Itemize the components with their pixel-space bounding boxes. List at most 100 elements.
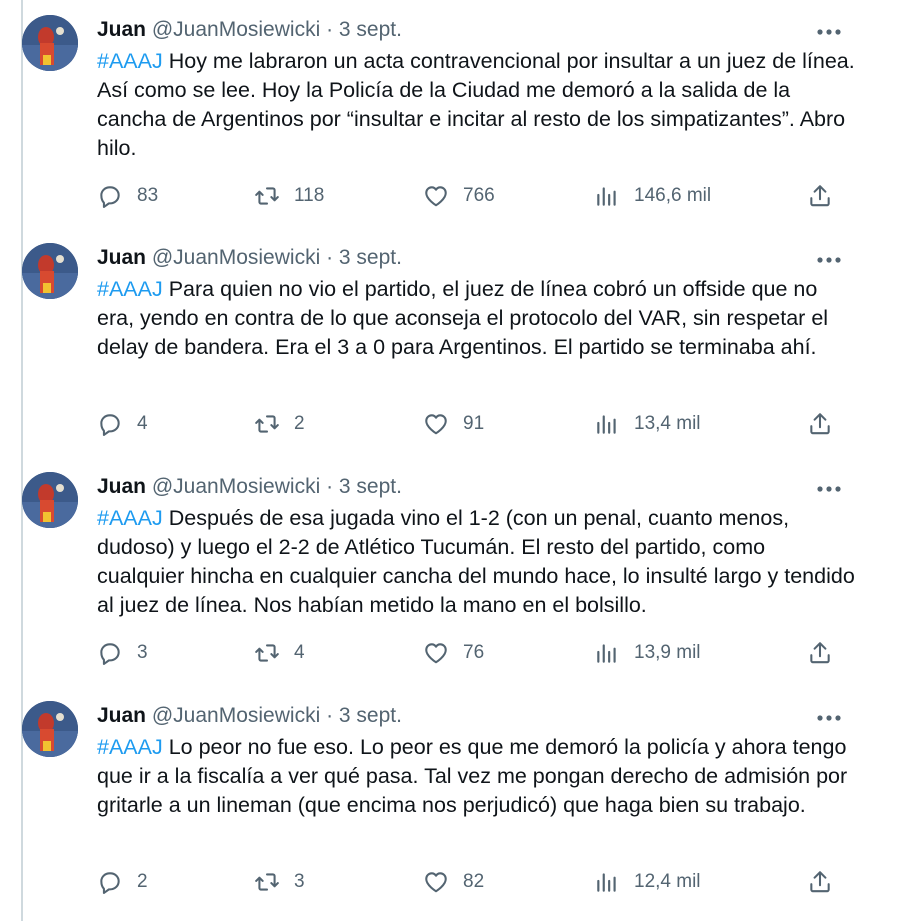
reply-count: 83 (137, 185, 159, 206)
tweet[interactable]: Juan @JuanMosiewicki · 3 sept. #AAAJ Des… (0, 457, 900, 685)
views-button[interactable]: 13,9 mil (594, 638, 701, 668)
hashtag-link[interactable]: #AAAJ (97, 735, 163, 759)
separator-dot: · (326, 18, 334, 41)
tweet-actions: 4 2 91 13,4 mil (97, 409, 847, 439)
views-button[interactable]: 146,6 mil (594, 181, 711, 211)
tweet-body: Después de esa jugada vino el 1-2 (con u… (97, 506, 855, 617)
avatar[interactable] (22, 243, 78, 299)
retweet-button[interactable]: 3 (254, 867, 305, 897)
like-button[interactable]: 76 (423, 638, 484, 668)
tweet-header: Juan @JuanMosiewicki · 3 sept. (97, 474, 402, 500)
retweet-icon (255, 415, 279, 433)
more-icon (817, 715, 841, 721)
separator-dot: · (326, 475, 334, 498)
reply-button[interactable]: 3 (97, 638, 148, 668)
like-icon (425, 414, 447, 435)
author-handle[interactable]: @JuanMosiewicki (152, 704, 320, 727)
tweet-body: Lo peor no fue eso. Lo peor es que me de… (97, 735, 848, 817)
view-count: 13,4 mil (634, 413, 701, 434)
views-icon (597, 187, 616, 206)
retweet-icon (255, 873, 279, 891)
tweet-actions: 2 3 82 12,4 mil (97, 867, 847, 897)
author-handle[interactable]: @JuanMosiewicki (152, 475, 320, 498)
more-icon (817, 257, 841, 263)
like-button[interactable]: 766 (423, 181, 495, 211)
reply-icon (100, 414, 120, 436)
reply-count: 2 (137, 871, 148, 892)
views-icon (597, 415, 616, 434)
tweet[interactable]: Juan @JuanMosiewicki · 3 sept. #AAAJ Hoy… (0, 0, 900, 228)
share-icon (810, 871, 830, 893)
view-count: 12,4 mil (634, 871, 701, 892)
more-options-button[interactable] (812, 20, 846, 44)
retweet-icon (255, 187, 279, 205)
reply-icon (100, 186, 120, 208)
tweet-text: #AAAJ Hoy me labraron un acta contravenc… (97, 47, 857, 163)
hashtag-link[interactable]: #AAAJ (97, 49, 163, 73)
share-button[interactable] (807, 181, 833, 211)
tweet[interactable]: Juan @JuanMosiewicki · 3 sept. #AAAJ Par… (0, 228, 900, 456)
views-icon (597, 873, 616, 892)
more-options-button[interactable] (812, 248, 846, 272)
separator-dot: · (326, 246, 334, 269)
tweet-text: #AAAJ Lo peor no fue eso. Lo peor es que… (97, 733, 857, 820)
tweet[interactable]: Juan @JuanMosiewicki · 3 sept. #AAAJ Lo … (0, 686, 900, 914)
retweet-count: 3 (294, 871, 305, 892)
tweet-date[interactable]: 3 sept. (339, 18, 402, 41)
reply-icon (100, 643, 120, 665)
author-handle[interactable]: @JuanMosiewicki (152, 246, 320, 269)
reply-count: 4 (137, 413, 148, 434)
tweet-date[interactable]: 3 sept. (339, 475, 402, 498)
retweet-button[interactable]: 4 (254, 638, 305, 668)
author-name[interactable]: Juan (97, 475, 146, 498)
tweet-text: #AAAJ Para quien no vio el partido, el j… (97, 275, 857, 362)
author-name[interactable]: Juan (97, 246, 146, 269)
tweet-date[interactable]: 3 sept. (339, 704, 402, 727)
hashtag-link[interactable]: #AAAJ (97, 506, 163, 530)
retweet-button[interactable]: 2 (254, 409, 305, 439)
views-icon (597, 644, 616, 663)
author-name[interactable]: Juan (97, 704, 146, 727)
like-count: 766 (463, 185, 495, 206)
reply-button[interactable]: 4 (97, 409, 148, 439)
separator-dot: · (326, 704, 334, 727)
avatar[interactable] (22, 15, 78, 71)
tweet-actions: 83 118 766 146,6 mil (97, 181, 847, 211)
reply-icon (100, 872, 120, 894)
author-handle[interactable]: @JuanMosiewicki (152, 18, 320, 41)
views-button[interactable]: 12,4 mil (594, 867, 701, 897)
like-count: 82 (463, 871, 485, 892)
like-icon (425, 186, 447, 207)
like-icon (425, 643, 447, 664)
more-icon (817, 29, 841, 35)
share-icon (810, 642, 830, 664)
share-icon (810, 413, 830, 435)
tweet-actions: 3 4 76 13,9 mil (97, 638, 847, 668)
like-icon (425, 872, 447, 893)
view-count: 13,9 mil (634, 642, 701, 663)
retweet-count: 4 (294, 642, 305, 663)
like-button[interactable]: 91 (423, 409, 484, 439)
author-name[interactable]: Juan (97, 18, 146, 41)
share-icon (810, 185, 830, 207)
retweet-count: 118 (294, 185, 325, 206)
avatar[interactable] (22, 701, 78, 757)
tweet-date[interactable]: 3 sept. (339, 246, 402, 269)
like-button[interactable]: 82 (423, 867, 484, 897)
tweet-header: Juan @JuanMosiewicki · 3 sept. (97, 17, 402, 43)
retweet-count: 2 (294, 413, 305, 434)
share-button[interactable] (807, 638, 833, 668)
more-icon (817, 486, 841, 492)
avatar[interactable] (22, 472, 78, 528)
tweet-header: Juan @JuanMosiewicki · 3 sept. (97, 245, 402, 271)
like-count: 76 (463, 642, 485, 663)
reply-button[interactable]: 83 (97, 181, 158, 211)
retweet-button[interactable]: 118 (254, 181, 324, 211)
reply-button[interactable]: 2 (97, 867, 148, 897)
share-button[interactable] (807, 867, 833, 897)
more-options-button[interactable] (812, 706, 846, 730)
share-button[interactable] (807, 409, 833, 439)
views-button[interactable]: 13,4 mil (594, 409, 701, 439)
hashtag-link[interactable]: #AAAJ (97, 277, 163, 301)
more-options-button[interactable] (812, 477, 846, 501)
